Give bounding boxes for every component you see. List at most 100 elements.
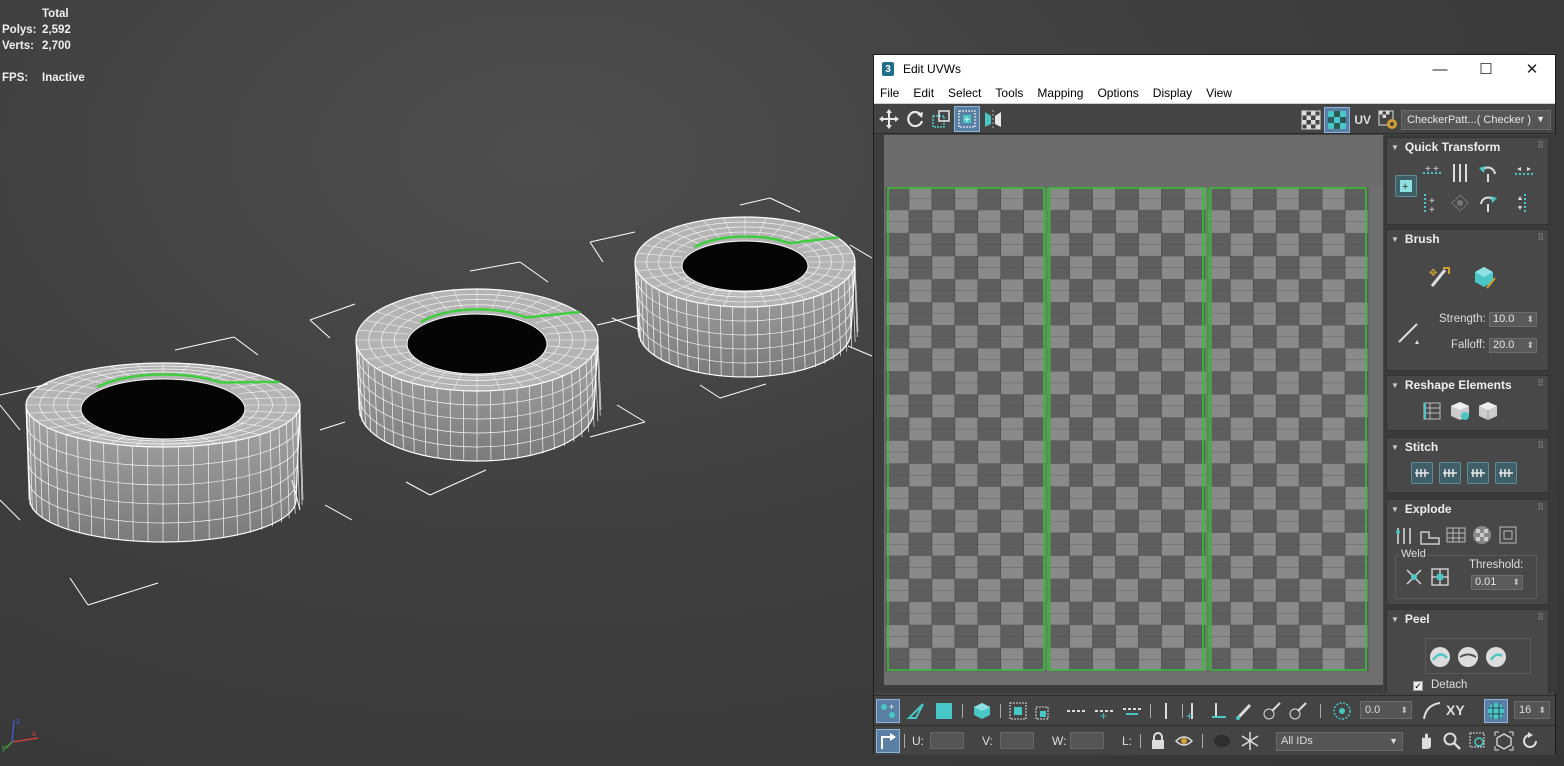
vertex-mode-icon[interactable]: + [876, 699, 900, 723]
explode-by-smoothing-icon[interactable] [1419, 524, 1441, 546]
break-icon[interactable] [1393, 524, 1415, 546]
grip-icon[interactable]: ⠿ [1537, 232, 1544, 243]
straighten-selection-icon[interactable] [1421, 400, 1443, 422]
texture-map-dropdown[interactable]: CheckerPatt...( Checker ) ▼ [1401, 110, 1551, 130]
align-vertical-icon[interactable] [1449, 162, 1471, 184]
rotate-icon[interactable] [902, 106, 928, 132]
loop-grow-icon[interactable]: + [1092, 699, 1116, 723]
detach-checkbox[interactable]: ✓ [1413, 681, 1423, 691]
zoom-region-icon[interactable] [1466, 729, 1490, 753]
rollout-header-stitch[interactable]: ▼ Stitch ⠿ [1387, 438, 1548, 456]
falloff-spinner[interactable]: 20.0 [1489, 338, 1537, 353]
ring-grow-icon[interactable]: + [1180, 699, 1204, 723]
grip-icon[interactable]: ⠿ [1537, 440, 1544, 451]
weld-selected-icon[interactable] [1429, 566, 1451, 588]
menu-view[interactable]: View [1206, 86, 1232, 100]
edit-uvws-window[interactable]: 3 Edit UVWs — ☐ ✕ File Edit Select Tools… [873, 54, 1557, 755]
stitch-to-source-icon[interactable] [1495, 462, 1517, 484]
uv-axis-label[interactable]: UV [1354, 113, 1371, 127]
rollout-panel[interactable]: ▼ Quick Transform ⠿ + + + + + ▼ Brush ⠿ ✥ Stre… [1384, 135, 1557, 693]
strength-spinner[interactable]: 10.0 [1489, 312, 1537, 327]
edge-mode-icon[interactable] [904, 699, 928, 723]
u-coordinate-field[interactable] [930, 732, 964, 749]
stitch-custom-icon[interactable] [1411, 462, 1433, 484]
freeform-icon[interactable]: + [954, 105, 980, 132]
loop-select-icon[interactable] [1064, 699, 1088, 723]
tire-middle[interactable] [355, 288, 602, 462]
scale-icon[interactable] [928, 106, 954, 132]
align-horizontal-plus-icon[interactable]: + + [1421, 192, 1443, 214]
checker-display-icon[interactable] [1298, 107, 1324, 133]
menu-mapping[interactable]: Mapping [1037, 86, 1083, 100]
grip-icon[interactable]: ⠿ [1537, 378, 1544, 389]
zoom-extents-icon[interactable] [1492, 729, 1516, 753]
collapse-triangle-icon[interactable]: ▼ [1391, 615, 1399, 624]
rollout-header-explode[interactable]: ▼ Explode ⠿ [1387, 500, 1548, 518]
soft-selection-icon[interactable] [1330, 699, 1354, 723]
close-button[interactable]: ✕ [1509, 55, 1555, 83]
peel-mode-icon[interactable] [1455, 644, 1481, 670]
rotate-cw-icon[interactable] [1477, 192, 1499, 214]
grow-selection-icon[interactable] [1006, 699, 1030, 723]
relax-custom-icon[interactable] [1477, 400, 1499, 422]
xy-space-toggle[interactable]: XY [1446, 702, 1465, 718]
relax-until-flat-icon[interactable] [1449, 400, 1471, 422]
threshold-spinner[interactable]: 0.01 [1471, 575, 1523, 590]
menu-tools[interactable]: Tools [995, 86, 1023, 100]
straighten-icon[interactable] [1449, 192, 1471, 214]
map-settings-icon[interactable] [1375, 107, 1401, 133]
paint-select-icon[interactable] [1232, 699, 1256, 723]
reset-view-icon[interactable] [1518, 729, 1542, 753]
rotate-ccw-icon[interactable] [1477, 162, 1499, 184]
pan-icon[interactable] [1414, 729, 1438, 753]
material-id-dropdown[interactable]: All IDs ▼ [1276, 732, 1403, 751]
explode-checker-icon[interactable] [1471, 524, 1493, 546]
mirror-icon[interactable] [980, 106, 1006, 132]
menu-display[interactable]: Display [1153, 86, 1192, 100]
explode-by-material-icon[interactable] [1445, 524, 1467, 546]
w-coordinate-field[interactable] [1070, 732, 1104, 749]
grip-icon[interactable]: ⠿ [1537, 140, 1544, 151]
zoom-icon[interactable] [1440, 729, 1464, 753]
snap-grid-icon[interactable] [1484, 699, 1508, 723]
grid-size-spinner[interactable]: 16 [1514, 701, 1550, 719]
title-bar[interactable]: 3 Edit UVWs — ☐ ✕ [874, 55, 1555, 83]
grip-icon[interactable]: ⠿ [1537, 612, 1544, 623]
relax-brush-icon[interactable] [1471, 264, 1497, 290]
rollout-header-peel[interactable]: ▼ Peel ⠿ [1387, 610, 1548, 628]
brush-falloff-type-icon[interactable] [1395, 320, 1421, 346]
stitch-average-icon[interactable] [1467, 462, 1489, 484]
lock-selection-icon[interactable] [1146, 729, 1170, 753]
space-vertical-icon[interactable] [1513, 192, 1535, 214]
stitch-to-target-icon[interactable] [1439, 462, 1461, 484]
horizontal-scrollbar[interactable] [884, 685, 1383, 693]
freeze-toggle-icon[interactable] [1210, 729, 1234, 753]
loop-shrink-icon[interactable] [1120, 699, 1144, 723]
ring-shrink-icon[interactable] [1206, 699, 1230, 723]
menu-edit[interactable]: Edit [913, 86, 934, 100]
ring-select-icon[interactable] [1154, 699, 1178, 723]
rollout-header-quick-transform[interactable]: ▼ Quick Transform ⠿ [1387, 138, 1548, 156]
move-icon[interactable] [876, 106, 902, 132]
element-mode-icon[interactable] [970, 699, 994, 723]
tire-left[interactable] [25, 362, 304, 543]
freeze-icon[interactable] [1238, 729, 1262, 753]
align-horizontal-icon[interactable]: + + [1421, 162, 1443, 184]
paint-shrink-icon[interactable] [1286, 699, 1310, 723]
hide-show-icon[interactable] [1172, 729, 1196, 753]
uv-checker-grid[interactable] [874, 135, 1383, 693]
quick-peel-icon[interactable] [1427, 644, 1453, 670]
absolute-offset-icon[interactable] [876, 729, 900, 753]
rollout-header-brush[interactable]: ▼ Brush ⠿ [1387, 230, 1548, 248]
align-to-edge-icon[interactable]: + [1395, 175, 1417, 197]
reset-peel-icon[interactable] [1483, 644, 1509, 670]
minimize-button[interactable]: — [1417, 55, 1463, 83]
shrink-selection-icon[interactable] [1032, 699, 1056, 723]
rotation-angle-spinner[interactable]: 0.0 [1360, 701, 1412, 719]
maximize-button[interactable]: ☐ [1463, 55, 1509, 83]
tire-right[interactable] [634, 216, 859, 378]
collapse-triangle-icon[interactable]: ▼ [1391, 143, 1399, 152]
falloff-curve-icon[interactable] [1420, 699, 1444, 723]
flatten-icon[interactable] [1497, 524, 1519, 546]
collapse-triangle-icon[interactable]: ▼ [1391, 505, 1399, 514]
